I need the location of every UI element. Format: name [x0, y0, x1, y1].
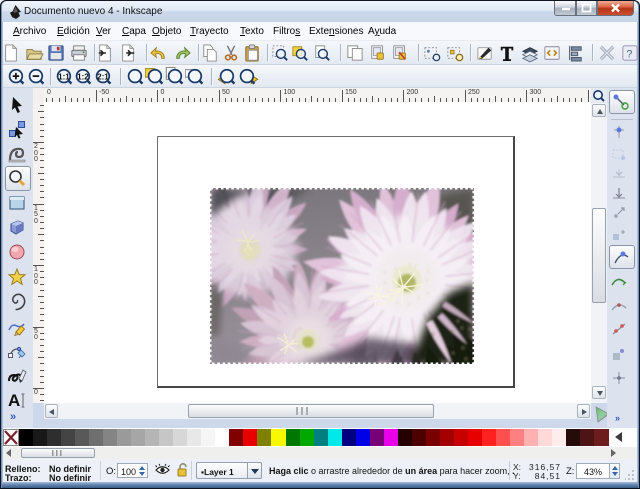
svg-text:A: A	[8, 391, 20, 410]
svg-text:2:1: 2:1	[97, 72, 109, 81]
svg-text:1:2: 1:2	[77, 72, 89, 81]
svg-text:?: ?	[626, 48, 632, 60]
svg-text:1:1: 1:1	[58, 72, 70, 81]
